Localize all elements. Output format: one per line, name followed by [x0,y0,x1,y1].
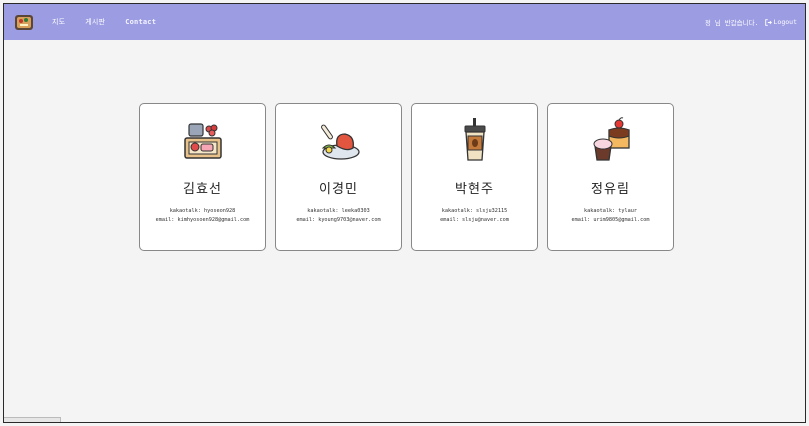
kakao-id: kakaotalk: slsju32115 [441,208,508,214]
contact-name: 이경민 [319,182,358,197]
email-address[interactable]: email: slsju@naver.com [440,216,509,225]
contact-name: 정유림 [591,182,630,197]
logout-icon [764,18,772,26]
nav-link-board[interactable]: 게시판 [85,17,105,27]
contact-card: 이경민 kakaotalk: leeka0303 email: kyoung97… [275,103,402,251]
lunchbox-icon [183,123,222,159]
contact-info: kakaotalk: leeka0303 email: kyoung9703@n… [296,207,380,225]
cake-icon [593,117,630,161]
kakao-id: kakaotalk: hyoseon928 [169,208,236,214]
email-address[interactable]: email: kyoung9703@naver.com [296,216,380,225]
bubble-tea-icon [464,118,485,161]
kakao-id: kakaotalk: leeka0303 [307,208,370,214]
status-bar [4,417,61,422]
contact-name: 박현주 [455,182,494,197]
contact-info: kakaotalk: slsju32115 email: slsju@naver… [440,207,509,225]
contact-card: 김효선 kakaotalk: hyoseon928 email: kimhyos… [139,103,266,251]
kakao-id: kakaotalk: tylaur [583,208,638,214]
nav-link-map[interactable]: 지도 [52,17,65,27]
contact-info: kakaotalk: hyoseon928 email: kimhyosoen9… [156,207,250,225]
chicken-plate-icon [320,124,360,160]
email-address[interactable]: email: urim9805@gmail.com [571,216,649,225]
logout-label: Logout [773,18,797,26]
user-area: 정 님 반갑습니다. Logout [705,17,797,27]
contact-name: 김효선 [183,182,222,197]
nav-link-contact[interactable]: Contact [125,18,156,26]
email-address[interactable]: email: kimhyosoen928@gmail.com [156,216,250,225]
logo-icon[interactable] [12,10,36,34]
greeting-text: 정 님 반갑습니다. [704,19,759,27]
contact-card: 박현주 kakaotalk: slsju32115 email: slsju@n… [411,103,538,251]
navbar: 지도 게시판 Contact 정 님 반갑습니다. Logout [4,4,805,40]
contact-info: kakaotalk: tylaur email: urim9805@gmail.… [571,207,649,225]
contact-card: 정유림 kakaotalk: tylaur email: urim9805@gm… [547,103,674,251]
contact-cards: 김효선 kakaotalk: hyoseon928 email: kimhyos… [139,103,674,251]
browser-viewport: 지도 게시판 Contact 정 님 반갑습니다. Logout 김효선 kak… [3,3,806,423]
logout-button[interactable]: Logout [764,18,797,26]
